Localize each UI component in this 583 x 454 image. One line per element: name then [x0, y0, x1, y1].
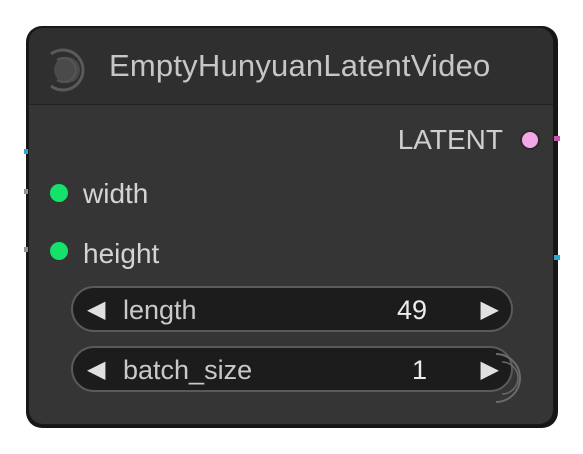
output-label-latent: LATENT	[397, 124, 503, 155]
input-label-width: width	[83, 178, 149, 209]
widget-label-batch-size: batch_size	[123, 355, 253, 385]
graph-canvas[interactable]: EmptyHunyuanLatentVideo LATENT width hei…	[0, 0, 583, 454]
node-header[interactable]: EmptyHunyuanLatentVideo	[29, 28, 553, 105]
decrement-arrow-icon[interactable]: ◀	[87, 356, 105, 384]
widget-label-length: length	[123, 295, 197, 325]
batch-size-number-widget[interactable]: ◀ batch_size 1 ▶	[71, 346, 513, 392]
decrement-arrow-icon[interactable]: ◀	[87, 296, 105, 324]
input-slot-width[interactable]	[50, 184, 68, 202]
widget-value-length[interactable]: 49	[397, 296, 427, 324]
length-number-widget[interactable]: ◀ length 49 ▶	[71, 286, 513, 332]
comfy-logo-icon	[50, 48, 85, 92]
increment-arrow-icon[interactable]: ▶	[481, 296, 499, 324]
input-slot-height[interactable]	[50, 242, 68, 260]
output-slot-latent[interactable]	[520, 130, 540, 150]
node-title: EmptyHunyuanLatentVideo	[109, 48, 491, 83]
widget-value-batch-size[interactable]: 1	[412, 356, 427, 384]
watermark-logo-icon	[495, 353, 521, 403]
output-wire-latent	[552, 136, 560, 141]
input-label-height: height	[83, 238, 160, 269]
output-wire-cyan	[552, 255, 560, 260]
node-empty-hunyuan-latent-video[interactable]: EmptyHunyuanLatentVideo LATENT width hei…	[29, 28, 553, 424]
